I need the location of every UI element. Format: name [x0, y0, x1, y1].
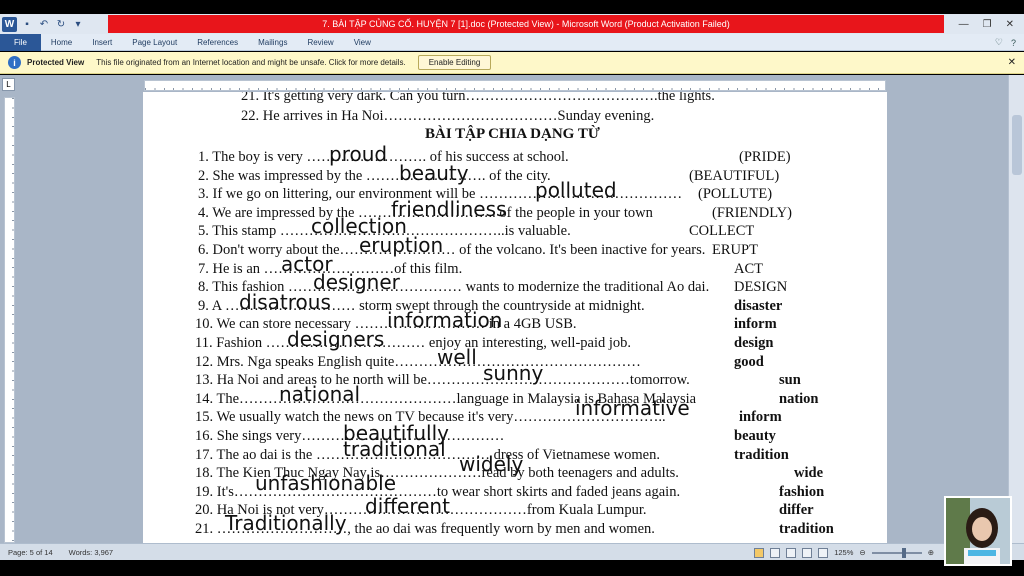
page-count[interactable]: Page: 5 of 14	[0, 548, 61, 557]
tab-mailings[interactable]: Mailings	[248, 34, 297, 51]
answer-word: proud	[329, 142, 388, 166]
base-word: ERUPT	[712, 242, 758, 258]
protected-view-title: Protected View	[27, 58, 85, 67]
doc-line: 21. It's getting very dark. Can you turn…	[241, 92, 715, 104]
tab-home[interactable]: Home	[41, 34, 82, 51]
full-screen-view-icon[interactable]	[770, 547, 781, 558]
zoom-out-icon[interactable]: ⊖	[859, 548, 865, 557]
status-bar: Page: 5 of 14 Words: 3,967 125% ⊖ ⊕	[0, 543, 1024, 560]
document-workspace: L 21. It's getting very dark. Can you tu…	[0, 75, 1024, 543]
presenter-photo	[946, 498, 1010, 564]
vertical-ruler[interactable]	[4, 97, 15, 543]
answer-word: disatrous	[239, 289, 331, 314]
zoom-controls: 125% ⊖ ⊕	[754, 544, 934, 561]
tab-page-layout[interactable]: Page Layout	[122, 34, 187, 51]
base-word: differ	[779, 502, 814, 519]
base-word: beauty	[734, 428, 776, 444]
base-word: good	[734, 353, 764, 370]
answer-word: sunny	[483, 361, 544, 386]
exercise-line: 10. We can store necessary ……………………… in …	[195, 316, 577, 333]
doc-line: 22. He arrives in Ha Noi………………………………Sund…	[241, 108, 655, 124]
tab-file[interactable]: File	[0, 33, 41, 51]
help-icon[interactable]: ?	[1011, 38, 1016, 48]
scrollbar-thumb[interactable]	[1012, 115, 1022, 175]
enable-editing-button[interactable]: Enable Editing	[417, 55, 492, 70]
base-word: disaster	[734, 297, 783, 314]
base-word: design	[734, 335, 774, 351]
print-layout-view-icon[interactable]	[754, 547, 765, 558]
outline-view-icon[interactable]	[802, 547, 813, 558]
exercise-line: 12. Mrs. Nga speaks English quite……………………	[195, 353, 641, 370]
exercise-line: 13. Ha Noi and areas to he north will be…	[195, 372, 690, 389]
close-message-icon[interactable]: ✕	[1008, 57, 1016, 68]
base-word: inform	[739, 409, 782, 426]
undo-icon[interactable]: ↶	[37, 17, 51, 31]
base-word: tradition	[779, 521, 834, 537]
minimize-icon[interactable]: —	[959, 19, 969, 30]
answer-word: polluted	[535, 178, 617, 203]
answer-word: traditional	[343, 436, 446, 461]
base-word: fashion	[779, 483, 825, 500]
minimize-ribbon-icon[interactable]: ♡	[995, 37, 1003, 48]
answer-word: informative	[575, 396, 690, 421]
base-word: COLLECT	[689, 223, 755, 240]
quick-access-toolbar: W ▪ ↶ ↻ ▾	[0, 14, 85, 34]
draft-view-icon[interactable]	[818, 547, 829, 558]
tab-selector-icon[interactable]: L	[2, 78, 15, 91]
zoom-level[interactable]: 125%	[834, 548, 853, 557]
protected-view-bar: i Protected View This file originated fr…	[0, 52, 1024, 74]
horizontal-ruler[interactable]	[144, 80, 886, 91]
base-word: (FRIENDLY)	[712, 204, 792, 221]
zoom-slider[interactable]	[871, 547, 922, 558]
answer-word: different	[365, 494, 450, 519]
base-word: DESIGN	[734, 279, 788, 296]
exercise-line: 6. Don't worry about the…………………… of the …	[198, 242, 706, 258]
word-count[interactable]: Words: 3,967	[61, 548, 121, 557]
redo-icon[interactable]: ↻	[54, 17, 68, 31]
answer-word: well	[437, 344, 477, 369]
vertical-scrollbar[interactable]	[1008, 75, 1024, 543]
answer-word: designers	[287, 327, 385, 351]
base-word: inform	[734, 316, 777, 333]
zoom-in-icon[interactable]: ⊕	[928, 548, 934, 557]
answer-word: Traditionally	[225, 511, 347, 535]
exercise-line: 11. Fashion …………………………… enjoy an interes…	[195, 335, 632, 351]
answer-word: widely	[459, 452, 524, 477]
tab-review[interactable]: Review	[297, 34, 343, 51]
ribbon-help-area: ♡ ?	[995, 34, 1016, 51]
window-controls: — ❐ ✕	[959, 14, 1020, 34]
info-icon: i	[8, 56, 21, 69]
document-page[interactable]: 21. It's getting very dark. Can you turn…	[143, 92, 887, 543]
answer-word: friendliness	[391, 196, 507, 221]
web-layout-view-icon[interactable]	[786, 547, 797, 558]
close-icon[interactable]: ✕	[1006, 19, 1014, 30]
tab-insert[interactable]: Insert	[82, 34, 122, 51]
protected-view-message[interactable]: This file originated from an Internet lo…	[96, 58, 406, 67]
restore-icon[interactable]: ❐	[983, 19, 992, 30]
ribbon-tabs: File Home Insert Page Layout References …	[0, 33, 1024, 51]
base-word: nation	[779, 390, 819, 407]
answer-word: national	[279, 381, 361, 406]
base-word: (BEAUTIFUL)	[689, 167, 780, 184]
tab-references[interactable]: References	[187, 34, 248, 51]
exercise-heading: BÀI TẬP CHIA DẠNG TỪ	[425, 126, 600, 142]
exercise-line: 2. She was impressed by the ……………………. of…	[198, 167, 551, 184]
answer-word: information	[387, 308, 503, 333]
answer-word: eruption	[359, 233, 444, 257]
save-icon[interactable]: ▪	[20, 17, 34, 31]
base-word: wide	[794, 465, 823, 482]
tab-view[interactable]: View	[344, 34, 381, 51]
window-title: 7. BÀI TẬP CỦNG CỐ. HUYỆN 7 [1].doc (Pro…	[108, 15, 944, 33]
base-word: (POLLUTE)	[698, 186, 773, 203]
answer-word: unfashionable	[255, 470, 397, 495]
word-app-icon[interactable]: W	[2, 16, 17, 32]
webcam-overlay	[944, 496, 1012, 566]
base-word: ACT	[734, 260, 763, 277]
base-word: (PRIDE)	[739, 149, 791, 165]
title-bar: W ▪ ↶ ↻ ▾ 7. BÀI TẬP CỦNG CỐ. HUYỆN 7 [1…	[0, 14, 1024, 34]
customize-qat-icon[interactable]: ▾	[71, 17, 85, 31]
answer-word: beauty	[399, 160, 469, 185]
base-word: tradition	[734, 446, 789, 463]
base-word: sun	[779, 372, 801, 389]
